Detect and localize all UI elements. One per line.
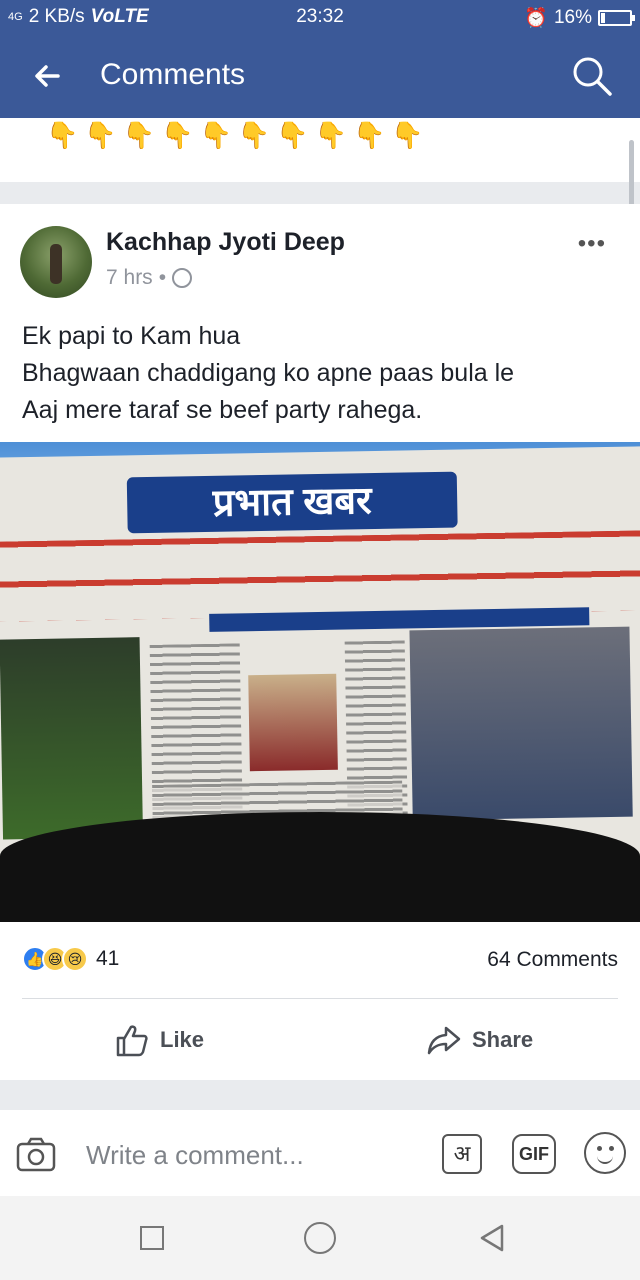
previous-comment: 👇👇👇👇👇👇👇👇👇👇: [0, 118, 640, 182]
alarm-icon: ⏰: [524, 8, 548, 29]
more-options-icon[interactable]: •••: [578, 230, 606, 258]
post-time[interactable]: 7 hrs: [106, 266, 153, 290]
comment-composer: Write a comment... अ GIF: [0, 1110, 640, 1196]
battery-percent: 16%: [553, 7, 592, 28]
avatar[interactable]: [20, 226, 92, 298]
page-title: Comments: [100, 58, 246, 91]
reactions-summary[interactable]: 👍 😆 😢 41: [22, 946, 119, 972]
back-button[interactable]: [28, 56, 68, 96]
sad-reaction-icon: 😢: [62, 946, 88, 972]
photo-shadow: [0, 812, 640, 922]
app-bar: Comments: [0, 32, 640, 118]
post-photo[interactable]: प्रभात खबर: [0, 442, 640, 922]
post-text: Ek papi to Kam hua Bhagwaan chaddigang k…: [22, 318, 514, 429]
divider: [22, 998, 618, 999]
camera-icon: [16, 1137, 56, 1172]
recents-button[interactable]: [140, 1226, 164, 1250]
thumbs-up-icon: [116, 1025, 148, 1057]
like-button[interactable]: Like: [114, 1022, 204, 1058]
search-icon: [573, 57, 612, 96]
pointing-down-emojis: 👇👇👇👇👇👇👇👇👇👇: [46, 120, 430, 150]
status-bar: 4G 2 KB/s VoLTE 23:32 ⏰ 16%: [0, 0, 640, 32]
triangle-back-icon: [480, 1224, 504, 1252]
newspaper-photo-left: [0, 637, 144, 840]
arrow-left-icon: [35, 65, 60, 87]
post-meta: 7 hrs •: [106, 266, 193, 290]
system-back-button[interactable]: [476, 1222, 508, 1254]
share-label: Share: [472, 1027, 534, 1052]
home-button[interactable]: [304, 1222, 336, 1254]
newspaper-portrait: [248, 673, 338, 772]
system-nav-bar: [0, 1196, 640, 1280]
reaction-count: 41: [96, 947, 120, 970]
camera-button[interactable]: [16, 1136, 56, 1172]
gif-button[interactable]: GIF: [512, 1134, 556, 1174]
emoji-icon[interactable]: [584, 1132, 626, 1174]
like-label: Like: [160, 1027, 205, 1052]
comments-count[interactable]: 64 Comments: [487, 948, 618, 972]
post-text-line: Ek papi to Kam hua: [22, 322, 241, 350]
meta-separator: •: [158, 266, 167, 289]
post-text-line: Bhagwaan chaddigang ko apne paas bula le: [22, 359, 515, 387]
newspaper-photo-right: [409, 626, 633, 821]
newspaper-masthead: प्रभात खबर: [126, 471, 458, 534]
hindi-keyboard-button[interactable]: अ: [442, 1134, 482, 1174]
author-name[interactable]: Kachhap Jyoti Deep: [106, 228, 345, 257]
share-arrow-icon: [427, 1026, 461, 1055]
share-button[interactable]: Share: [426, 1022, 533, 1058]
status-right: ⏰ 16%: [524, 6, 635, 30]
globe-icon: [172, 268, 193, 288]
post-card: Kachhap Jyoti Deep 7 hrs • ••• Ek papi t…: [0, 204, 640, 1080]
battery-fill: [601, 13, 606, 23]
battery-icon: [598, 10, 635, 26]
post-text-line: Aaj mere taraf se beef party rahega.: [22, 396, 423, 424]
search-button[interactable]: [570, 54, 614, 98]
comment-input[interactable]: Write a comment...: [86, 1140, 304, 1171]
avatar-figure: [50, 244, 62, 284]
